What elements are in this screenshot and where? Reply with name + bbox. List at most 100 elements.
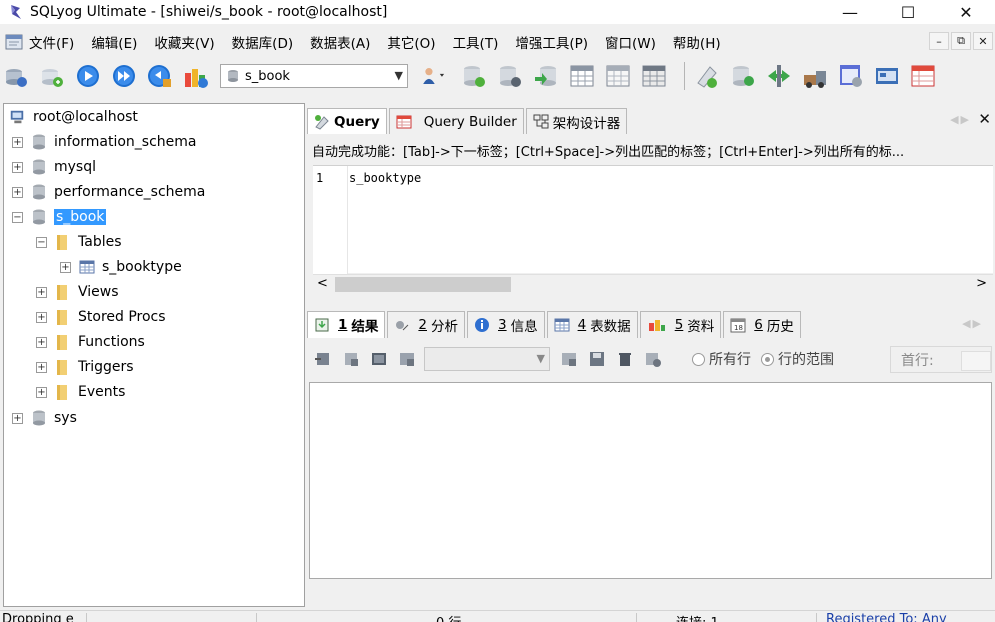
- editor-horizontal-scrollbar[interactable]: < >: [313, 274, 993, 294]
- tab-result[interactable]: 1 结果: [307, 311, 386, 338]
- alter-table-icon[interactable]: [604, 62, 632, 90]
- tab-query[interactable]: Query: [307, 108, 387, 134]
- grid-view-icon[interactable]: [370, 350, 388, 368]
- expand-icon[interactable]: +: [12, 161, 23, 173]
- menu-power-tools[interactable]: 增强工具(P): [515, 32, 588, 52]
- user-manager-icon[interactable]: [416, 62, 452, 90]
- tree-item-events[interactable]: + Events: [36, 381, 125, 403]
- save-icon[interactable]: [588, 350, 606, 368]
- expand-icon[interactable]: +: [12, 136, 23, 148]
- tree-item-tables[interactable]: − Tables: [36, 231, 122, 253]
- status-message: Dropping e: [2, 612, 74, 622]
- close-tab-icon[interactable]: ✕: [978, 110, 991, 128]
- stop-query-icon[interactable]: [146, 62, 174, 90]
- export-icon[interactable]: [314, 350, 332, 368]
- execute-all-icon[interactable]: [110, 62, 138, 90]
- radio-all-rows[interactable]: 所有行: [692, 349, 751, 369]
- scroll-left-icon[interactable]: <: [317, 276, 328, 291]
- expand-icon[interactable]: +: [36, 311, 47, 323]
- expand-icon[interactable]: +: [36, 361, 47, 373]
- result-filter-select[interactable]: ▼: [424, 347, 550, 371]
- first-row-input[interactable]: [961, 351, 991, 371]
- tree-item-s-book[interactable]: − s_book: [12, 206, 107, 228]
- minimize-button[interactable]: —: [821, 0, 879, 24]
- tree-item-s-booktype[interactable]: + s_booktype: [60, 256, 182, 278]
- insert-row-icon[interactable]: [560, 350, 578, 368]
- maximize-button[interactable]: ☐: [879, 0, 937, 24]
- scrollbar-thumb[interactable]: [335, 277, 511, 292]
- create-table-icon[interactable]: [568, 62, 596, 90]
- expand-icon[interactable]: +: [12, 186, 23, 198]
- tab-table-data[interactable]: 4 表数据: [546, 311, 638, 338]
- tree-item-information-schema[interactable]: + information_schema: [12, 131, 197, 153]
- database-selector[interactable]: s_book ▼: [220, 64, 408, 88]
- connect-icon[interactable]: [2, 62, 30, 90]
- menu-help[interactable]: 帮助(H): [673, 32, 721, 52]
- tree-item-functions[interactable]: + Functions: [36, 331, 145, 353]
- tree-item-mysql[interactable]: + mysql: [12, 156, 96, 178]
- query-builder-icon[interactable]: [693, 62, 721, 90]
- tab-schema-designer[interactable]: 架构设计器: [525, 108, 628, 134]
- expand-icon[interactable]: +: [36, 386, 47, 398]
- form-view-icon[interactable]: [398, 350, 416, 368]
- pane-splitter[interactable]: [307, 301, 995, 307]
- expand-icon[interactable]: +: [36, 336, 47, 348]
- schema-sync-icon[interactable]: [182, 62, 210, 90]
- schema-designer-icon[interactable]: [729, 62, 757, 90]
- tab-query-builder[interactable]: Query Builder: [388, 108, 524, 134]
- menu-favorites[interactable]: 收藏夹(V): [154, 32, 214, 52]
- execute-query-icon[interactable]: [74, 62, 102, 90]
- tab-scroll-arrows-icon[interactable]: ◀▶: [950, 113, 971, 126]
- mdi-close-button[interactable]: ✕: [973, 32, 993, 50]
- tree-root[interactable]: root@localhost: [8, 106, 138, 128]
- tree-item-views[interactable]: + Views: [36, 281, 119, 303]
- backup-database-icon[interactable]: [532, 62, 560, 90]
- copy-data-icon[interactable]: [342, 350, 360, 368]
- new-connection-icon[interactable]: [38, 62, 66, 90]
- result-grid-area[interactable]: [309, 382, 992, 579]
- collapse-icon[interactable]: −: [12, 211, 23, 223]
- cancel-changes-icon[interactable]: [644, 350, 662, 368]
- query-tab-strip: Query Query Builder 架构设计器 ◀▶ ✕: [307, 107, 995, 134]
- notification-services-icon[interactable]: [873, 62, 901, 90]
- scheduled-jobs-icon[interactable]: [837, 62, 865, 90]
- tree-item-sys[interactable]: + sys: [12, 407, 77, 429]
- radio-row-range[interactable]: 行的范围: [761, 349, 834, 369]
- mdi-restore-button[interactable]: ⧉: [951, 32, 971, 50]
- mdi-minimize-button[interactable]: –: [929, 32, 949, 50]
- tree-item-performance-schema[interactable]: + performance_schema: [12, 181, 205, 203]
- data-sync-icon[interactable]: [765, 62, 793, 90]
- sql-editor[interactable]: 1 s_booktype: [313, 165, 993, 274]
- tree-item-stored-procs[interactable]: + Stored Procs: [36, 306, 166, 328]
- alter-database-icon[interactable]: [496, 62, 524, 90]
- menu-table[interactable]: 数据表(A): [310, 32, 370, 52]
- menu-edit[interactable]: 编辑(E): [91, 32, 137, 52]
- collapse-icon[interactable]: −: [36, 236, 47, 248]
- database-icon: [33, 184, 45, 200]
- expand-icon[interactable]: +: [12, 412, 23, 424]
- menu-database[interactable]: 数据库(D): [232, 32, 293, 52]
- tab-messages[interactable]: 3 信息: [467, 311, 545, 338]
- query-profiler-icon[interactable]: [909, 62, 937, 90]
- menu-other[interactable]: 其它(O): [387, 32, 435, 52]
- menu-window[interactable]: 窗口(W): [605, 32, 656, 52]
- tab-profile[interactable]: 2 分析: [387, 311, 465, 338]
- table-data-icon[interactable]: [640, 62, 668, 90]
- table-icon: [79, 260, 95, 274]
- document-window-icon[interactable]: [5, 34, 23, 50]
- menu-tools[interactable]: 工具(T): [453, 32, 499, 52]
- scroll-right-icon[interactable]: >: [976, 276, 987, 291]
- tab-info[interactable]: 5 资料: [639, 311, 722, 338]
- result-tab-scroll-arrows-icon[interactable]: ◀▶: [962, 317, 983, 330]
- tab-history[interactable]: 18 6 历史: [723, 311, 801, 338]
- close-button[interactable]: ✕: [937, 0, 995, 24]
- menu-file[interactable]: 文件(F): [29, 32, 74, 52]
- create-database-icon[interactable]: [460, 62, 488, 90]
- import-data-icon[interactable]: [801, 62, 829, 90]
- tree-item-triggers[interactable]: + Triggers: [36, 356, 134, 378]
- editor-code-line[interactable]: s_booktype: [349, 171, 421, 185]
- expand-icon[interactable]: +: [36, 286, 47, 298]
- expand-icon[interactable]: +: [60, 261, 71, 273]
- delete-icon[interactable]: [616, 350, 634, 368]
- first-row-group: 首行:: [890, 346, 992, 373]
